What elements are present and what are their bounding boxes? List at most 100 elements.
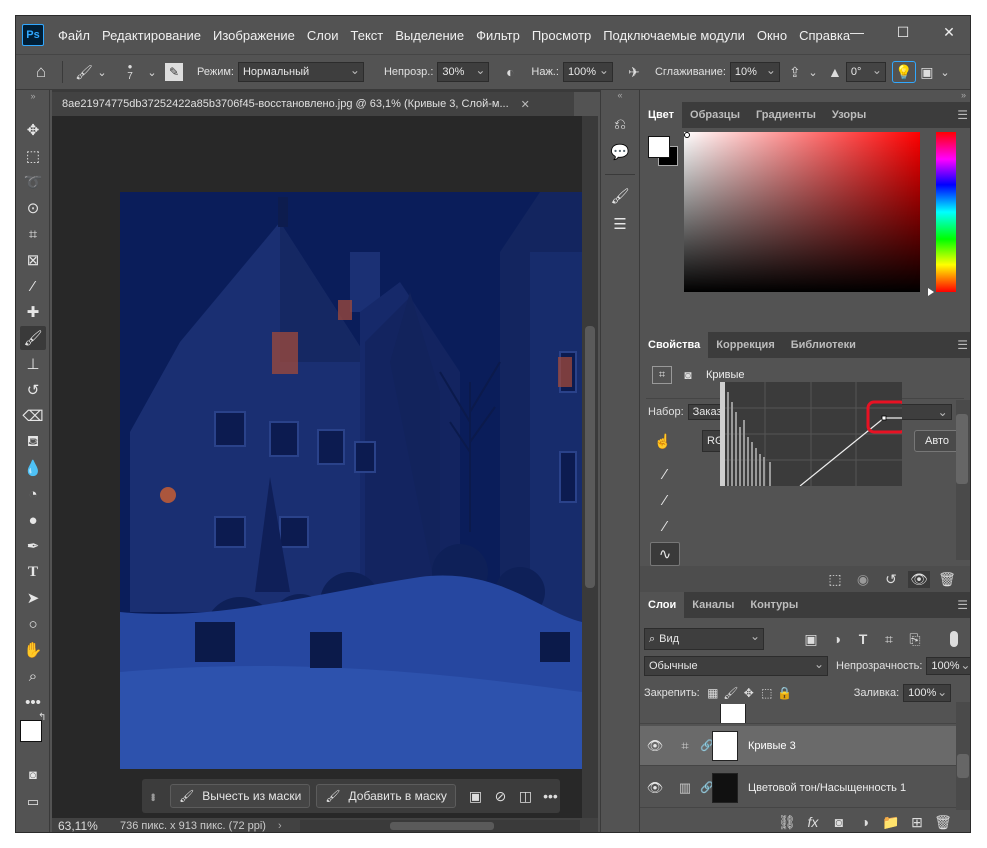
trash-icon[interactable]: 🗑	[936, 571, 958, 588]
maximize-button[interactable]: ☐	[880, 16, 926, 48]
tab-layers[interactable]: Слои	[640, 592, 685, 618]
target-adjustment-hand-icon[interactable]: ☝	[652, 433, 674, 450]
menu-image[interactable]: Изображение	[207, 28, 301, 43]
zoom-level[interactable]: 63,11%	[52, 819, 110, 832]
foreground-color-swatch[interactable]	[20, 720, 42, 742]
quick-selection-tool-icon[interactable]: ⊙	[20, 196, 46, 220]
ellipse-tool-icon[interactable]: ○	[20, 612, 46, 636]
pen-tool-icon[interactable]: ✒	[20, 534, 46, 558]
trash-icon[interactable]: 🗑	[932, 814, 954, 831]
link-layers-icon[interactable]: ⛓	[776, 814, 798, 831]
chevron-down-icon[interactable]: ⌄	[145, 66, 159, 79]
tab-channels[interactable]: Каналы	[684, 592, 742, 618]
history-brush-tool-icon[interactable]: ↺	[20, 378, 46, 402]
angle-input[interactable]: 0°	[845, 62, 886, 82]
link-icon[interactable]: 🔗	[700, 739, 714, 752]
paint-bucket-tool-icon[interactable]: ⛾	[20, 430, 46, 454]
menu-file[interactable]: Файл	[52, 28, 96, 43]
subtract-from-mask-button[interactable]: 🖌 Вычесть из маски	[170, 784, 311, 808]
menu-edit[interactable]: Редактирование	[96, 28, 207, 43]
hue-slider-handle[interactable]	[928, 288, 934, 296]
gray-point-eyedropper-icon[interactable]: ⁄	[652, 488, 678, 512]
more-tools-icon[interactable]: •••	[20, 690, 46, 714]
visibility-eye-icon[interactable]: 👁	[640, 780, 670, 796]
home-icon[interactable]: ⌂	[30, 62, 52, 82]
layer-mask-thumbnail[interactable]	[712, 730, 738, 761]
history-panel-icon[interactable]: ⎌	[607, 112, 633, 136]
screen-mode-icon[interactable]: ▭	[20, 790, 46, 814]
airbrush-icon[interactable]: ✈	[623, 64, 645, 81]
swap-colors-icon[interactable]: ↰	[38, 712, 46, 723]
new-group-icon[interactable]: 📁	[880, 814, 902, 831]
minimize-button[interactable]: —	[834, 16, 880, 48]
reset-icon[interactable]: ↺	[880, 571, 902, 588]
lock-transparent-icon[interactable]: ▦	[704, 686, 722, 700]
collapse-arrows-icon[interactable]: »	[20, 90, 46, 102]
drag-handle-icon[interactable]: •••	[146, 793, 160, 800]
pressure-opacity-icon[interactable]: ◐	[499, 64, 521, 80]
brush-tool-icon[interactable]: 🖌	[73, 64, 95, 81]
pressure-input[interactable]: 100%	[562, 62, 613, 82]
visibility-eye-icon[interactable]: 👁	[640, 738, 670, 754]
hand-tool-icon[interactable]: ✋	[20, 638, 46, 662]
hue-slider[interactable]	[936, 132, 956, 292]
panel-menu-icon[interactable]: ☰	[957, 338, 968, 352]
color-spectrum-field[interactable]	[684, 132, 920, 292]
fx-icon[interactable]: fx	[802, 814, 824, 830]
crop-tool-icon[interactable]: ⌗	[20, 222, 46, 246]
color-foreground-swatch[interactable]	[648, 136, 670, 158]
invert-mask-icon[interactable]: ◫	[516, 788, 535, 805]
auto-button[interactable]: Авто	[914, 430, 960, 452]
layer-name[interactable]: Кривые 3	[748, 740, 796, 752]
pressure-size-icon[interactable]: ▣	[916, 64, 938, 81]
collapse-arrows-icon[interactable]: »	[640, 90, 970, 102]
layer-row-partial-top[interactable]	[640, 704, 956, 724]
canvas-image[interactable]	[120, 192, 582, 769]
add-mask-icon[interactable]: ◙	[828, 814, 850, 830]
more-options-icon[interactable]: •••	[541, 788, 560, 804]
curves-adjustment-icon[interactable]: ⌗	[652, 366, 672, 384]
layers-scroll-thumb[interactable]	[957, 754, 969, 778]
layer-name[interactable]: Цветовой тон/Насыщенность 1	[748, 782, 906, 794]
tab-patterns[interactable]: Узоры	[824, 102, 874, 128]
black-point-eyedropper-icon[interactable]: ⁄	[652, 462, 678, 486]
chevron-down-icon[interactable]: ⌄	[938, 66, 952, 79]
filter-toggle[interactable]	[950, 631, 958, 647]
filter-adjustment-icon[interactable]: ◑	[826, 631, 848, 647]
brush-settings-icon[interactable]: ✎	[165, 63, 183, 81]
mask-options-icon[interactable]: ▣	[466, 788, 485, 805]
brush-preset-picker[interactable]: ● 7	[115, 62, 145, 82]
menu-layers[interactable]: Слои	[301, 28, 345, 43]
mode-select[interactable]: Нормальный	[237, 62, 364, 82]
add-to-mask-button[interactable]: 🖌 Добавить в маску	[316, 784, 456, 808]
smoothing-input[interactable]: 10%	[729, 62, 780, 82]
curves-graph[interactable]	[720, 382, 902, 486]
brush-settings-panel-icon[interactable]: 🖌	[607, 184, 633, 208]
zoom-tool-icon[interactable]: ⌕	[20, 664, 46, 688]
tab-libraries[interactable]: Библиотеки	[783, 332, 864, 358]
healing-brush-tool-icon[interactable]: ✚	[20, 300, 46, 324]
dodge-tool-icon[interactable]: ◔	[20, 482, 46, 506]
close-tab-icon[interactable]: ✕	[521, 98, 530, 111]
frame-tool-icon[interactable]: ⊠	[20, 248, 46, 272]
white-point-eyedropper-icon[interactable]: ⁄	[652, 514, 678, 538]
status-arrow-icon[interactable]: ›	[278, 820, 282, 832]
layer-filter-select[interactable]: ⌕ Вид	[644, 628, 764, 650]
menu-type[interactable]: Текст	[345, 28, 390, 43]
link-icon[interactable]: 🔗	[700, 781, 714, 794]
layer-opacity-input[interactable]: 100%	[926, 657, 970, 675]
tab-color[interactable]: Цвет	[640, 102, 683, 128]
smoothing-options-icon[interactable]: ⇪	[784, 64, 806, 81]
sponge-tool-icon[interactable]: ●	[20, 508, 46, 532]
move-tool-icon[interactable]: ✥	[20, 118, 46, 142]
filter-type-icon[interactable]: T	[852, 631, 874, 647]
chevron-down-icon[interactable]: ⌄	[806, 66, 820, 79]
collapse-arrows-icon[interactable]: «	[601, 90, 639, 102]
eraser-tool-icon[interactable]: ⌫	[20, 404, 46, 428]
layer-row-selected[interactable]: 👁 ⌗ 🔗 Кривые 3	[640, 726, 956, 766]
comments-panel-icon[interactable]: 💬	[607, 140, 633, 164]
scroll-thumb[interactable]	[585, 326, 595, 588]
symmetry-bulb-icon[interactable]: 💡	[891, 61, 916, 83]
tab-paths[interactable]: Контуры	[742, 592, 806, 618]
menu-plugins[interactable]: Подключаемые модули	[597, 28, 751, 43]
